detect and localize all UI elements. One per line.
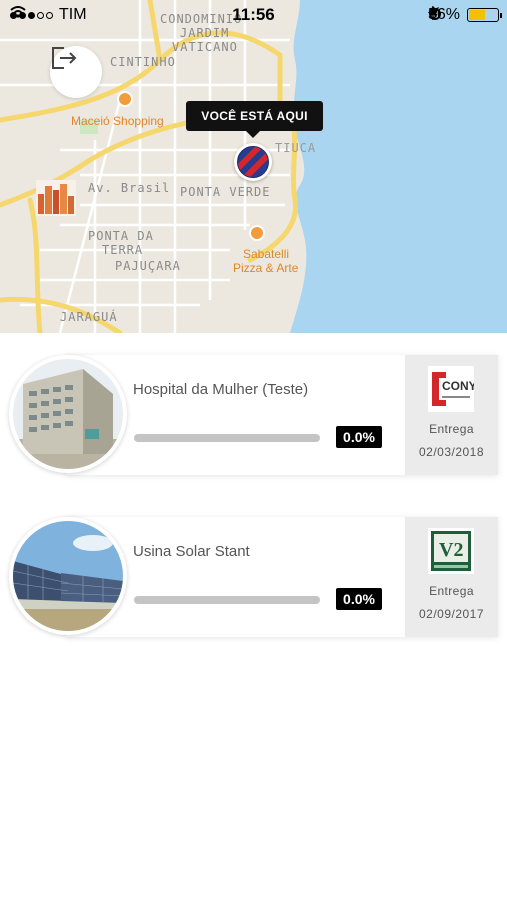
map-label-tiuca: TIUCA: [275, 141, 317, 155]
project-card[interactable]: Usina Solar Stant 0.0% V2 Entrega 02/09/…: [0, 517, 507, 637]
map-label-maceio-shopping: Maceió Shopping: [71, 114, 164, 128]
status-bar: TIM 11:56 56%: [0, 0, 507, 30]
company-logo-text: CONY: [442, 379, 474, 393]
map-label-terra: TERRA: [102, 243, 144, 257]
project-photo: [9, 355, 127, 473]
progress-bar: [134, 596, 320, 604]
delivery-panel: CONY Entrega 02/03/2018: [405, 355, 498, 475]
restaurant-pin-icon[interactable]: [249, 225, 265, 241]
project-photo: [9, 517, 127, 635]
map-label-sabatelli: Sabatelli: [243, 247, 290, 261]
map-label-ponta-da: PONTA DA: [88, 229, 154, 243]
project-map-marker-icon[interactable]: [36, 180, 76, 216]
company-logo-text: V2: [439, 539, 463, 561]
you-are-here-tooltip: VOCÊ ESTÁ AQUI: [186, 101, 323, 131]
map-view[interactable]: CONDOMINIO JARDIM VATICANO CINTINHO Mace…: [0, 0, 507, 333]
delivery-label: Entrega: [429, 584, 474, 598]
battery-icon: [467, 8, 502, 22]
company-logo-cony: CONY: [428, 366, 477, 412]
progress-bar: [134, 434, 320, 442]
map-label-av-brasil: Av. Brasil: [88, 181, 171, 195]
charging-icon: [427, 6, 436, 18]
project-title: Hospital da Mulher (Teste): [133, 381, 309, 398]
map-label-cintinho: CINTINHO: [110, 55, 176, 69]
delivery-date: 02/03/2018: [418, 445, 485, 459]
delivery-label: Entrega: [429, 422, 474, 436]
progress-percent-badge: 0.0%: [336, 588, 382, 610]
company-logo-v2: V2: [428, 528, 474, 574]
delivery-date: 02/09/2017: [418, 607, 485, 621]
map-label-jaragua: JARAGUÁ: [60, 310, 118, 324]
tooltip-arrow: [246, 131, 260, 138]
map-label-ponta-verde: PONTA VERDE: [180, 185, 271, 199]
hospital-building-image: [13, 359, 123, 469]
logout-icon: [52, 47, 77, 69]
map-label-pajucara: PAJUÇARA: [115, 259, 181, 273]
current-location-marker[interactable]: [234, 143, 272, 181]
map-label-vaticano: VATICANO: [172, 40, 238, 54]
progress-percent-badge: 0.0%: [336, 426, 382, 448]
shopping-pin-icon[interactable]: [117, 91, 133, 107]
logout-button[interactable]: [50, 46, 102, 98]
project-card[interactable]: Hospital da Mulher (Teste) 0.0% CONY Ent…: [0, 355, 507, 475]
solar-panels-image: [13, 521, 123, 631]
project-title: Usina Solar Stant: [133, 543, 250, 560]
map-label-sabatelli-sub: Pizza & Arte: [233, 261, 299, 275]
delivery-panel: V2 Entrega 02/09/2017: [405, 517, 498, 637]
